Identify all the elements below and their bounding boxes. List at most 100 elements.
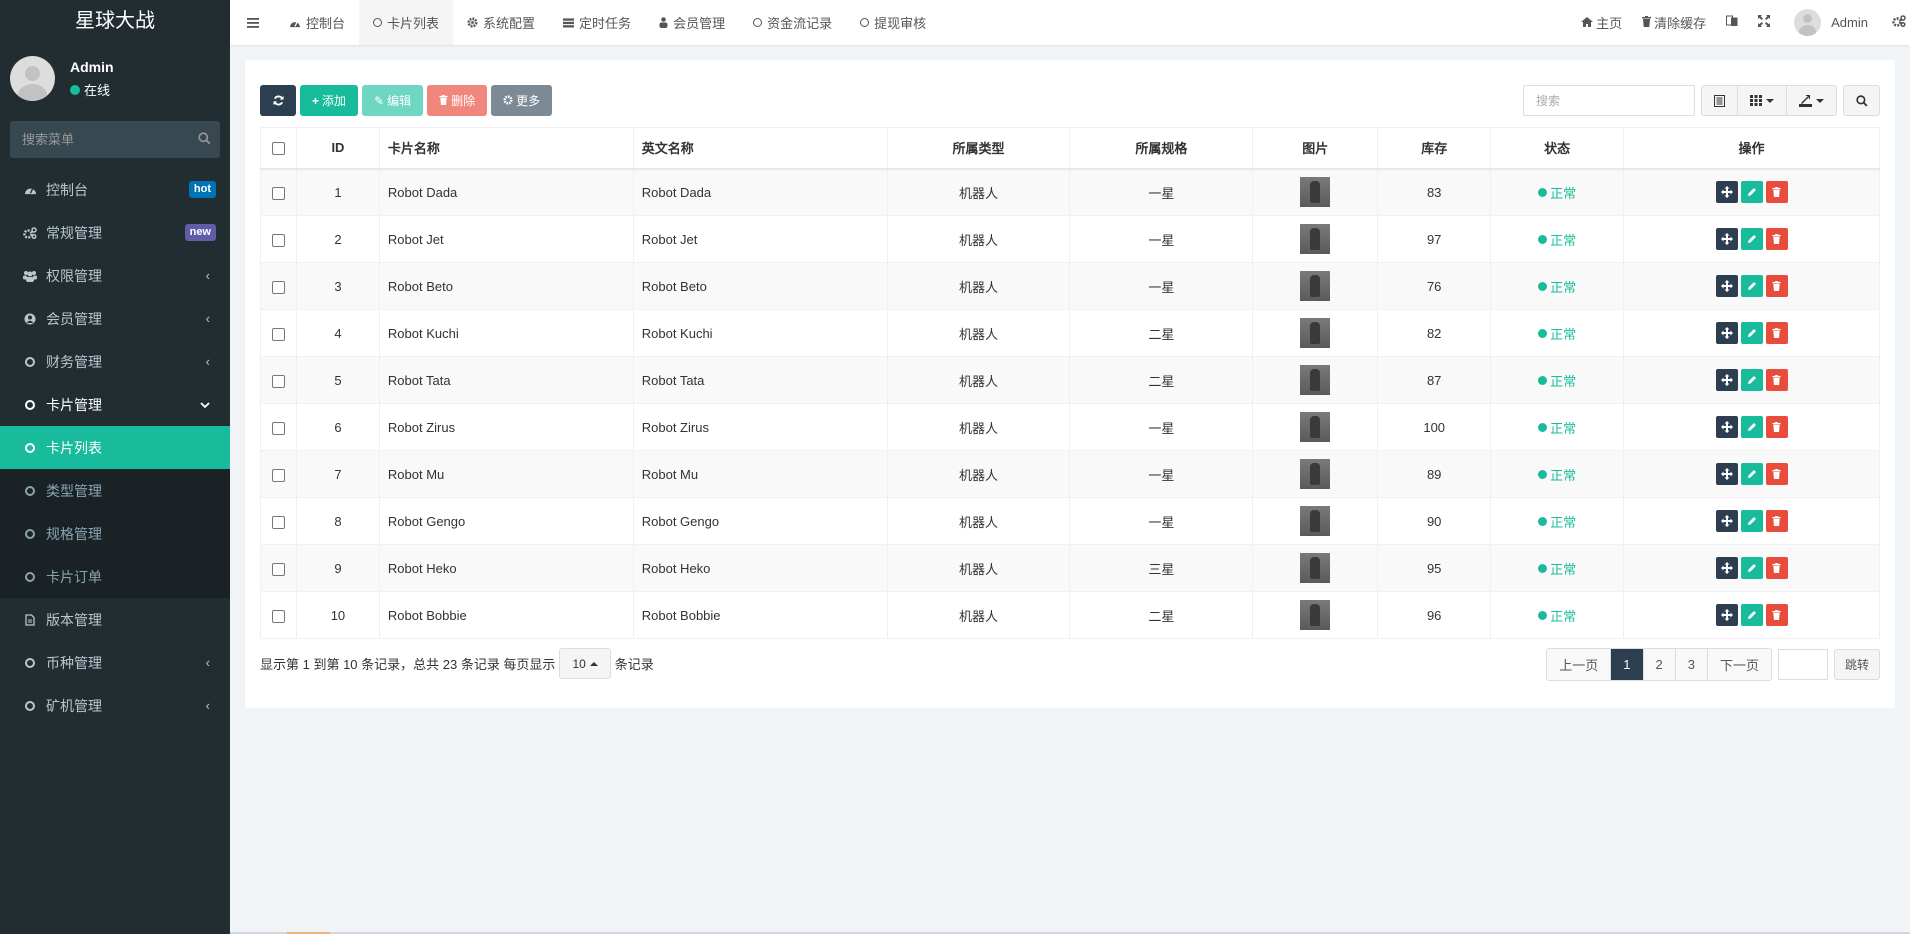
- user-menu[interactable]: Admin: [1780, 0, 1882, 45]
- advanced-search-button[interactable]: [1843, 85, 1880, 116]
- row-checkbox[interactable]: [271, 562, 285, 576]
- row-checkbox[interactable]: [271, 327, 285, 341]
- row-edit-button[interactable]: [1740, 322, 1763, 344]
- page-button-1[interactable]: 1: [1611, 649, 1644, 680]
- table-row[interactable]: 9 Robot Heko Robot Heko 机器人 三星 95 正常: [260, 544, 1880, 592]
- sidebar-item-finance[interactable]: 财务管理 ‹: [0, 340, 230, 383]
- home-link[interactable]: 主页: [1571, 0, 1632, 45]
- row-delete-button[interactable]: [1765, 604, 1788, 626]
- table-row[interactable]: 4 Robot Kuchi Robot Kuchi 机器人 二星 82 正常: [260, 309, 1880, 357]
- tab-dashboard[interactable]: 控制台: [275, 0, 359, 45]
- row-delete-button[interactable]: [1765, 510, 1788, 532]
- status-badge[interactable]: 正常: [1538, 277, 1576, 296]
- table-row[interactable]: 8 Robot Gengo Robot Gengo 机器人 一星 90 正常: [260, 497, 1880, 545]
- drag-sort-button[interactable]: [1715, 510, 1738, 532]
- card-thumbnail[interactable]: [1300, 318, 1331, 348]
- jump-button[interactable]: 跳转: [1833, 649, 1880, 680]
- card-thumbnail[interactable]: [1300, 553, 1331, 583]
- table-row[interactable]: 10 Robot Bobbie Robot Bobbie 机器人 二星 96 正常: [260, 591, 1880, 639]
- tab-system-config[interactable]: 系统配置: [453, 0, 549, 45]
- status-badge[interactable]: 正常: [1538, 559, 1576, 578]
- drag-sort-button[interactable]: [1715, 275, 1738, 297]
- status-badge[interactable]: 正常: [1538, 418, 1576, 437]
- card-thumbnail[interactable]: [1300, 271, 1331, 301]
- row-delete-button[interactable]: [1765, 228, 1788, 250]
- status-badge[interactable]: 正常: [1538, 465, 1576, 484]
- sidebar-item-dashboard[interactable]: 控制台 hot: [0, 168, 230, 211]
- status-badge[interactable]: 正常: [1538, 183, 1576, 202]
- toggle-view-button[interactable]: [1702, 86, 1738, 115]
- card-thumbnail[interactable]: [1300, 459, 1331, 489]
- card-thumbnail[interactable]: [1300, 365, 1331, 395]
- row-edit-button[interactable]: [1740, 181, 1763, 204]
- table-row[interactable]: 2 Robot Jet Robot Jet 机器人 一星 97 正常: [260, 215, 1880, 263]
- more-button[interactable]: 更多: [491, 85, 553, 116]
- row-delete-button[interactable]: [1765, 181, 1788, 204]
- tab-fund-flow[interactable]: 资金流记录: [739, 0, 846, 45]
- status-badge[interactable]: 正常: [1538, 371, 1576, 390]
- row-edit-button[interactable]: [1740, 557, 1763, 579]
- row-delete-button[interactable]: [1765, 322, 1788, 344]
- tab-scheduled-tasks[interactable]: 定时任务: [549, 0, 645, 45]
- sidebar-item-currency[interactable]: 币种管理 ‹: [0, 641, 230, 684]
- sidebar-item-permissions[interactable]: 权限管理 ‹: [0, 254, 230, 297]
- drag-sort-button[interactable]: [1715, 369, 1738, 391]
- sidebar-item-card-orders[interactable]: 卡片订单: [0, 555, 230, 598]
- column-header-stock[interactable]: 库存: [1377, 127, 1492, 170]
- status-badge[interactable]: 正常: [1538, 512, 1576, 531]
- table-row[interactable]: 5 Robot Tata Robot Tata 机器人 二星 87 正常: [260, 356, 1880, 404]
- row-edit-button[interactable]: [1740, 463, 1763, 485]
- clear-cache-button[interactable]: 清除缓存: [1632, 0, 1716, 45]
- row-edit-button[interactable]: [1740, 275, 1763, 297]
- row-edit-button[interactable]: [1740, 510, 1763, 532]
- row-delete-button[interactable]: [1765, 416, 1788, 438]
- fullscreen-button[interactable]: [1748, 0, 1780, 45]
- row-edit-button[interactable]: [1740, 604, 1763, 626]
- card-thumbnail[interactable]: [1300, 412, 1331, 442]
- row-checkbox[interactable]: [271, 186, 285, 200]
- row-checkbox[interactable]: [271, 468, 285, 482]
- drag-sort-button[interactable]: [1715, 416, 1738, 438]
- columns-button[interactable]: [1738, 86, 1787, 115]
- tab-members[interactable]: 会员管理: [645, 0, 739, 45]
- drag-sort-button[interactable]: [1715, 557, 1738, 579]
- app-logo[interactable]: 星球大战: [0, 0, 230, 43]
- row-edit-button[interactable]: [1740, 228, 1763, 250]
- drag-sort-button[interactable]: [1715, 463, 1738, 485]
- page-button-3[interactable]: 3: [1675, 649, 1708, 680]
- card-thumbnail[interactable]: [1300, 224, 1331, 254]
- tab-card-list[interactable]: 卡片列表: [359, 0, 454, 45]
- drag-sort-button[interactable]: [1715, 181, 1738, 204]
- row-edit-button[interactable]: [1740, 369, 1763, 391]
- menu-search-input[interactable]: [22, 132, 198, 147]
- row-checkbox[interactable]: [271, 609, 285, 623]
- drag-sort-button[interactable]: [1715, 604, 1738, 626]
- sidebar-item-cards[interactable]: 卡片管理: [0, 383, 230, 426]
- row-checkbox[interactable]: [271, 515, 285, 529]
- row-edit-button[interactable]: [1740, 416, 1763, 438]
- column-header-english-name[interactable]: 英文名称: [632, 127, 888, 170]
- row-delete-button[interactable]: [1765, 463, 1788, 485]
- row-checkbox[interactable]: [271, 280, 285, 294]
- status-badge[interactable]: 正常: [1538, 230, 1576, 249]
- drag-sort-button[interactable]: [1715, 228, 1738, 250]
- drag-sort-button[interactable]: [1715, 322, 1738, 344]
- table-row[interactable]: 1 Robot Dada Robot Dada 机器人 一星 83 正常: [260, 168, 1880, 216]
- prev-page-button[interactable]: 上一页: [1547, 649, 1612, 680]
- edit-button[interactable]: ✎ 编辑: [362, 85, 424, 116]
- row-delete-button[interactable]: [1765, 557, 1788, 579]
- search-icon[interactable]: [198, 131, 211, 148]
- select-all-checkbox[interactable]: [271, 142, 285, 156]
- card-thumbnail[interactable]: [1300, 600, 1331, 630]
- row-checkbox[interactable]: [271, 233, 285, 247]
- table-row[interactable]: 3 Robot Beto Robot Beto 机器人 一星 76 正常: [260, 262, 1880, 310]
- page-button-2[interactable]: 2: [1643, 649, 1676, 680]
- refresh-button[interactable]: [260, 85, 296, 116]
- tab-withdraw-review[interactable]: 提现审核: [846, 0, 940, 45]
- column-header-card-name[interactable]: 卡片名称: [378, 127, 634, 170]
- row-checkbox[interactable]: [271, 421, 285, 435]
- sidebar-toggle[interactable]: [230, 0, 275, 45]
- add-button[interactable]: + 添加: [300, 85, 359, 116]
- row-delete-button[interactable]: [1765, 275, 1788, 297]
- sidebar-item-versions[interactable]: 版本管理: [0, 598, 230, 641]
